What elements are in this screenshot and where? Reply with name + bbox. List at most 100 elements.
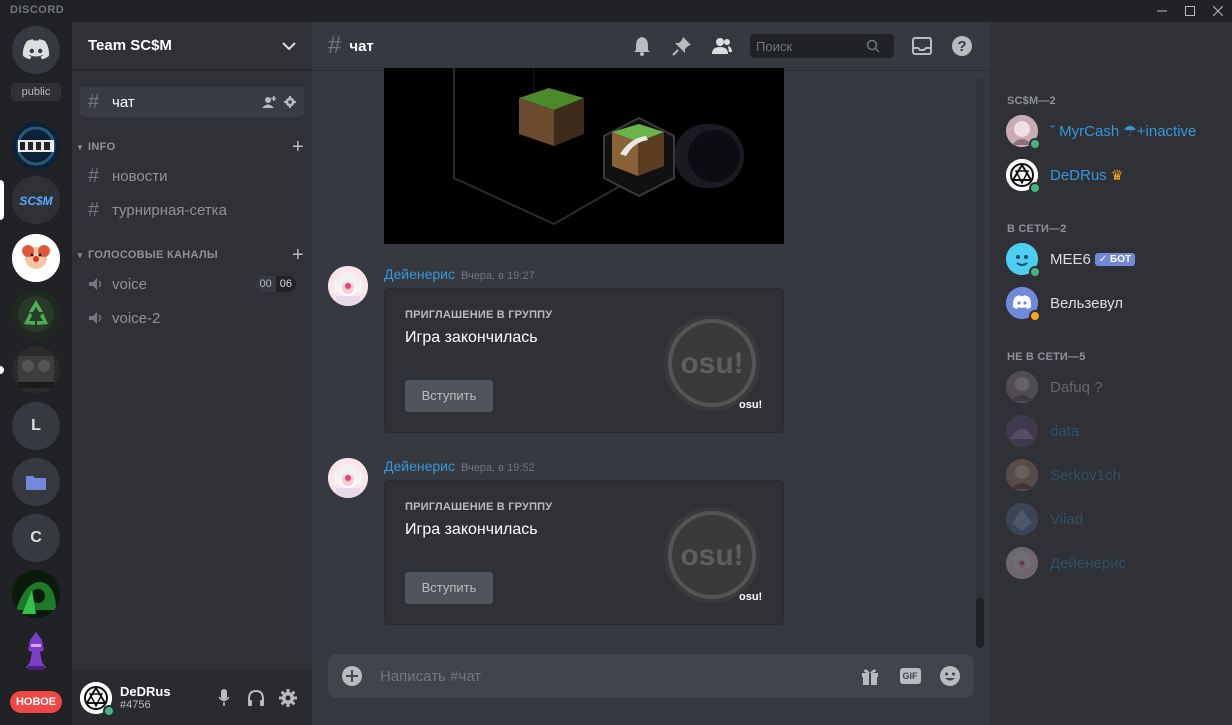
message-header: Дейенерис Вчера, в 19:52 xyxy=(384,458,535,474)
author-avatar[interactable] xyxy=(328,266,368,306)
soldier-server-icon xyxy=(12,346,60,394)
member-name: ˇ MyrCash ☂+inactive xyxy=(1050,123,1197,140)
add-channel-icon[interactable]: + xyxy=(292,244,304,267)
folder-icon xyxy=(26,476,46,490)
member-group-title: НЕ В СЕТИ—5 xyxy=(1007,351,1086,363)
chevron-down-icon xyxy=(282,41,296,50)
message-timestamp: Вчера, в 19:27 xyxy=(461,270,535,282)
search-input[interactable] xyxy=(756,38,866,54)
member-name: Vilad xyxy=(1050,510,1084,528)
member-item[interactable]: ˇ MyrCash ☂+inactive xyxy=(998,109,1224,153)
emoji-icon[interactable] xyxy=(938,664,962,688)
server-list: public SC$M L C НОВОЕ xyxy=(0,22,72,725)
server-recycle[interactable] xyxy=(12,290,60,338)
invite-member-icon[interactable] xyxy=(262,96,276,108)
join-button[interactable]: Вступить xyxy=(405,572,493,604)
gif-button[interactable]: GIF xyxy=(898,664,922,688)
message-input[interactable] xyxy=(380,667,842,685)
join-button[interactable]: Вступить xyxy=(405,380,493,412)
pin-icon[interactable] xyxy=(670,34,694,58)
server-c[interactable]: C xyxy=(12,514,60,562)
server-clown[interactable] xyxy=(12,234,60,282)
crown-icon: ♛ xyxy=(1110,166,1124,183)
hash-icon: # xyxy=(328,32,342,59)
server-purple-knight[interactable] xyxy=(12,626,60,674)
member-list: SC$M—2 ˇ MyrCash ☂+inactive DeDRus ♛ В С… xyxy=(990,22,1232,725)
author-name[interactable]: Дейенерис xyxy=(384,458,455,474)
online-status-icon xyxy=(1029,182,1041,194)
inbox-icon[interactable] xyxy=(910,34,934,58)
settings-gear-icon[interactable] xyxy=(272,682,304,714)
minimize-icon[interactable] xyxy=(1148,0,1176,22)
member-item[interactable]: Vilad xyxy=(998,497,1224,541)
members-icon[interactable] xyxy=(710,34,734,58)
hash-icon: # xyxy=(88,90,100,113)
channel-news[interactable]: # новости xyxy=(80,161,304,191)
member-item[interactable]: data xyxy=(998,409,1224,453)
author-avatar[interactable] xyxy=(328,458,368,498)
member-item[interactable]: DeDRus ♛ xyxy=(998,153,1224,197)
server-soldier[interactable] xyxy=(12,346,60,394)
title-bar: DISCORD xyxy=(0,0,1232,22)
speaker-icon xyxy=(88,277,112,291)
channel-voice-2[interactable]: voice-2 xyxy=(80,303,304,333)
new-servers-badge[interactable]: НОВОЕ xyxy=(10,691,62,713)
gear-icon[interactable] xyxy=(284,96,296,108)
member-item[interactable]: Вельзевул xyxy=(998,281,1224,325)
chat-scrollbar-thumb[interactable] xyxy=(976,598,984,648)
channel-label: чат xyxy=(112,93,135,111)
channel-label: новости xyxy=(112,167,168,185)
chat-scrollbar-track[interactable] xyxy=(976,78,984,648)
server-green-art[interactable] xyxy=(12,570,60,618)
help-icon[interactable]: ? xyxy=(950,34,974,58)
category-voice[interactable]: ▼ ГОЛОСОВЫЕ КАНАЛЫ + xyxy=(76,244,304,267)
server-folder[interactable] xyxy=(12,458,60,506)
add-attachment-icon[interactable] xyxy=(340,664,364,688)
bell-icon[interactable] xyxy=(630,34,654,58)
member-item[interactable]: MEE6 ✓ БОТ xyxy=(998,237,1224,281)
category-info[interactable]: ▼ INFO + xyxy=(76,136,304,159)
server-team-scsm[interactable]: SC$M xyxy=(12,176,60,224)
anime-girl-avatar-icon xyxy=(1006,547,1038,579)
channel-chat[interactable]: # чат xyxy=(80,87,304,117)
maximize-icon[interactable] xyxy=(1176,0,1204,22)
member-item[interactable]: Dafuq ? xyxy=(998,365,1224,409)
recycle-server-icon xyxy=(12,290,60,338)
author-name[interactable]: Дейенерис xyxy=(384,266,455,282)
user-tag: #4756 xyxy=(120,699,151,711)
member-avatar xyxy=(1006,243,1041,278)
osu-logo-icon: osu! xyxy=(664,507,760,603)
member-item[interactable]: Serkov1ch xyxy=(998,453,1224,497)
public-label: public xyxy=(11,83,61,101)
lspd-server-icon xyxy=(12,122,60,170)
channel-voice[interactable]: voice 00 06 xyxy=(80,269,304,299)
member-avatar xyxy=(1006,287,1041,322)
discord-app: DISCORD public SC$M L C НОВОЕ Team SC$M … xyxy=(0,0,1232,725)
server-name: Team SC$M xyxy=(88,37,172,54)
osu-logo-text: osu! xyxy=(680,347,743,380)
add-channel-icon[interactable]: + xyxy=(292,136,304,159)
vilad-avatar-icon xyxy=(1006,503,1038,535)
osu-logo-text: osu! xyxy=(680,539,743,572)
member-avatar xyxy=(1006,371,1038,403)
search-box[interactable] xyxy=(750,34,894,58)
chat-area: # чат ? xyxy=(312,22,990,725)
app-brand: DISCORD xyxy=(10,4,65,16)
voice-user-max: 06 xyxy=(275,276,296,292)
member-avatar xyxy=(1006,415,1038,447)
channel-bracket[interactable]: # турнирная-сетка xyxy=(80,195,304,225)
message-timestamp: Вчера, в 19:52 xyxy=(461,462,535,474)
member-item[interactable]: Дейенерис xyxy=(998,541,1224,585)
close-icon[interactable] xyxy=(1204,0,1232,22)
server-l[interactable]: L xyxy=(12,402,60,450)
microphone-icon[interactable] xyxy=(208,682,240,714)
user-avatar[interactable] xyxy=(80,681,115,717)
server-lspd[interactable] xyxy=(12,122,60,170)
home-button[interactable] xyxy=(12,26,60,74)
server-header[interactable]: Team SC$M xyxy=(72,22,312,70)
clown-server-icon xyxy=(12,234,60,282)
headphones-icon[interactable] xyxy=(240,682,272,714)
embedded-image[interactable] xyxy=(384,68,784,244)
green-art-server-icon xyxy=(12,570,60,618)
gift-icon[interactable] xyxy=(858,664,882,688)
